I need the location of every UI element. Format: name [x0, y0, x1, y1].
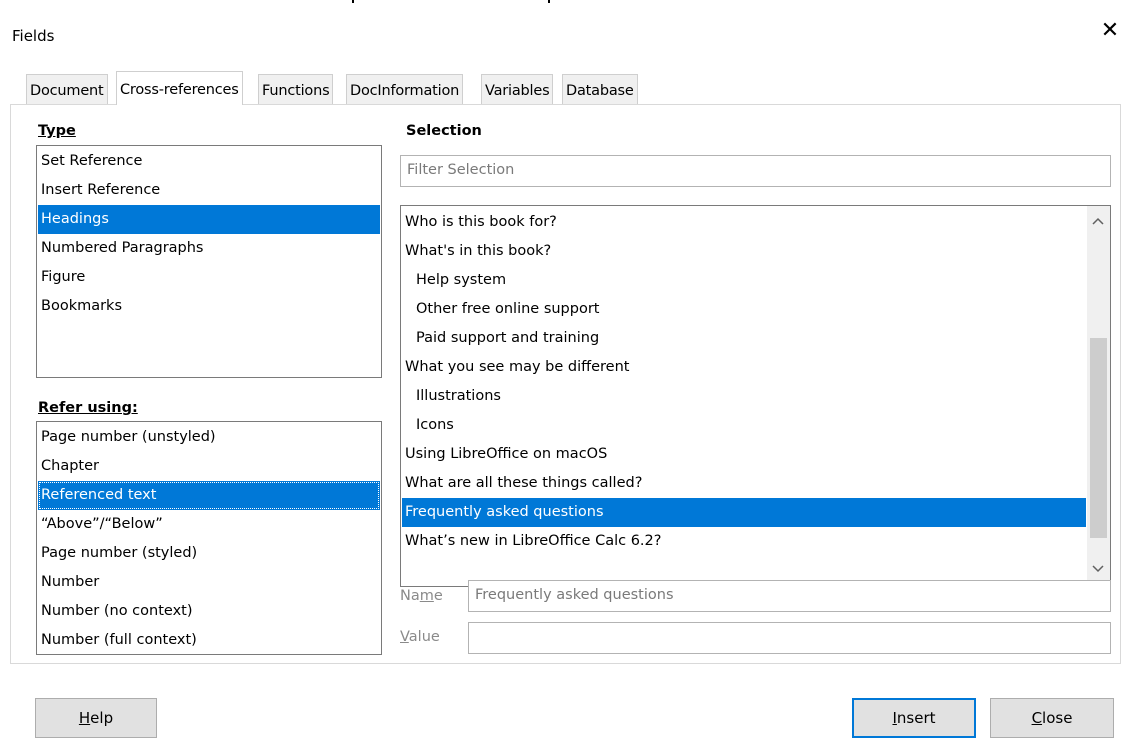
list-item[interactable]: What's in this book? [402, 237, 1086, 266]
scrollbar-thumb[interactable] [1090, 338, 1107, 538]
list-item[interactable]: What you see may be different [402, 353, 1086, 382]
list-item-selected[interactable]: Headings [38, 205, 380, 234]
close-icon[interactable]: ✕ [1100, 18, 1120, 44]
list-item[interactable]: Who is this book for? [402, 208, 1086, 237]
chevron-up-icon[interactable] [1088, 214, 1108, 228]
list-item[interactable]: Bookmarks [38, 292, 380, 321]
list-item[interactable]: Other free online support [402, 295, 1086, 324]
close-button[interactable]: Close [990, 698, 1114, 738]
list-item[interactable]: Number (full context) [38, 626, 380, 655]
type-label: Type [38, 123, 76, 139]
insert-button[interactable]: Insert [852, 698, 976, 738]
list-item[interactable]: What’s new in LibreOffice Calc 6.2? [402, 527, 1086, 556]
list-item[interactable]: Insert Reference [38, 176, 380, 205]
background-mark [548, 0, 550, 3]
tab-variables[interactable]: Variables [481, 74, 554, 104]
refer-using-listbox[interactable]: Page number (unstyled) Chapter Reference… [36, 421, 382, 655]
list-item[interactable]: Chapter [38, 452, 380, 481]
list-item[interactable]: Number [38, 568, 380, 597]
type-listbox[interactable]: Set Reference Insert Reference Headings … [36, 145, 382, 378]
list-item[interactable]: Icons [402, 411, 1086, 440]
list-item[interactable]: Number (no context) [38, 597, 380, 626]
list-item[interactable]: Paid support and training [402, 324, 1086, 353]
tab-functions[interactable]: Functions [258, 74, 334, 104]
list-item-selected[interactable]: Referenced text [38, 481, 380, 510]
name-label: Name [400, 588, 443, 604]
list-item[interactable]: Illustrations [402, 382, 1086, 411]
value-field[interactable] [468, 622, 1111, 654]
tab-cross-references[interactable]: Cross-references [116, 71, 243, 105]
window-title: Fields [12, 27, 55, 45]
list-item[interactable]: Using LibreOffice on macOS [402, 440, 1086, 469]
background-mark [352, 0, 354, 3]
list-item[interactable]: Numbered Paragraphs [38, 234, 380, 263]
list-item-selected[interactable]: Frequently asked questions [402, 498, 1086, 527]
help-button[interactable]: Help [35, 698, 157, 738]
list-item[interactable]: “Above”/“Below” [38, 510, 380, 539]
list-item[interactable]: What are all these things called? [402, 469, 1086, 498]
tab-document[interactable]: Document [26, 74, 108, 104]
value-label: Value [400, 629, 440, 645]
list-item[interactable]: Page number (styled) [38, 539, 380, 568]
list-item[interactable]: Set Reference [38, 147, 380, 176]
chevron-down-icon[interactable] [1088, 562, 1108, 576]
tab-docinformation[interactable]: DocInformation [346, 74, 464, 104]
selection-label: Selection [406, 123, 482, 139]
name-field[interactable]: Frequently asked questions [468, 580, 1111, 612]
list-item[interactable]: Figure [38, 263, 380, 292]
tab-database[interactable]: Database [562, 74, 638, 104]
refer-using-label: Refer using: [38, 400, 138, 416]
filter-selection-input[interactable]: Filter Selection [400, 155, 1111, 187]
list-item[interactable]: Page number (unstyled) [38, 423, 380, 452]
list-item[interactable]: Help system [402, 266, 1086, 295]
selection-listbox[interactable]: Who is this book for? What's in this boo… [400, 205, 1111, 587]
